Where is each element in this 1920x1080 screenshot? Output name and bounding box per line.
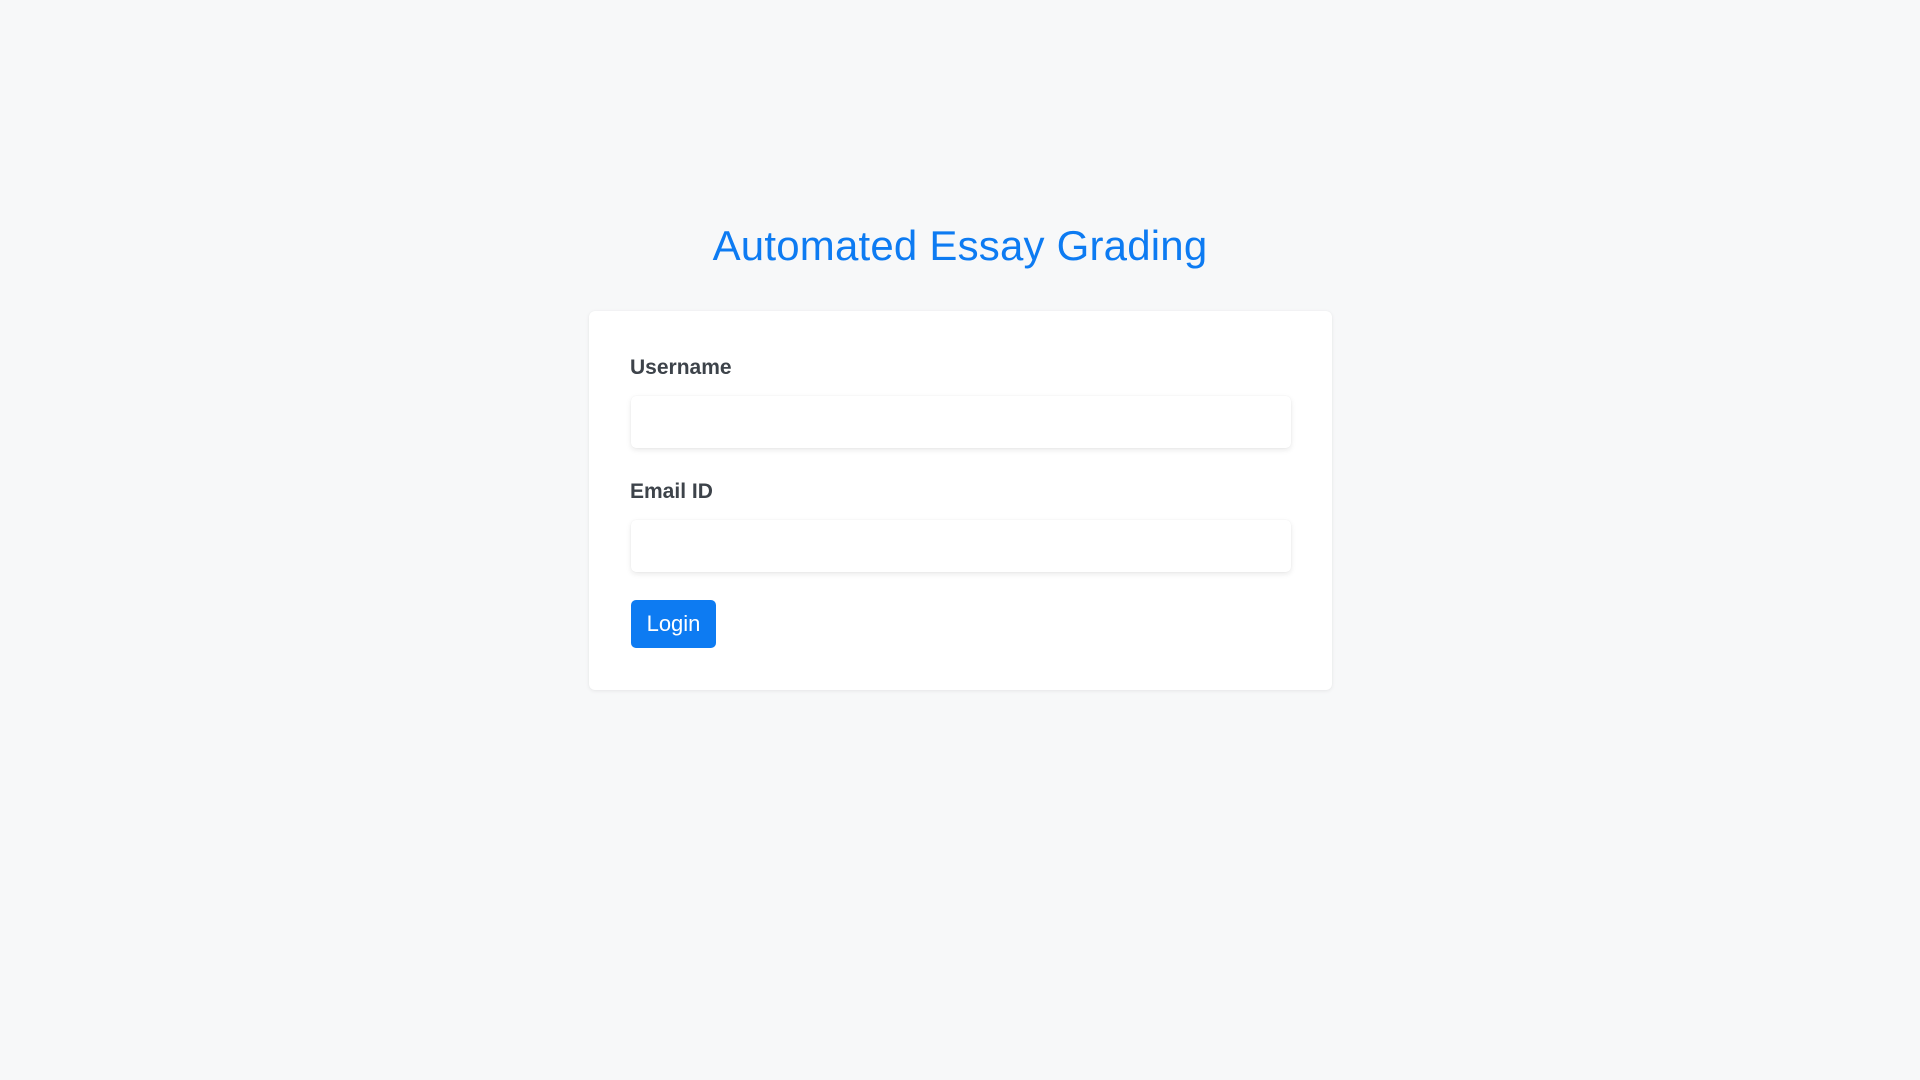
email-input[interactable] (631, 520, 1291, 572)
username-label: Username (630, 356, 732, 379)
login-card: Username Email ID Login (589, 311, 1332, 690)
email-label: Email ID (630, 480, 713, 503)
username-input[interactable] (631, 396, 1291, 448)
login-page: Automated Essay Grading Username Email I… (0, 0, 1920, 1080)
login-button[interactable]: Login (631, 600, 716, 648)
page-title: Automated Essay Grading (712, 222, 1208, 269)
